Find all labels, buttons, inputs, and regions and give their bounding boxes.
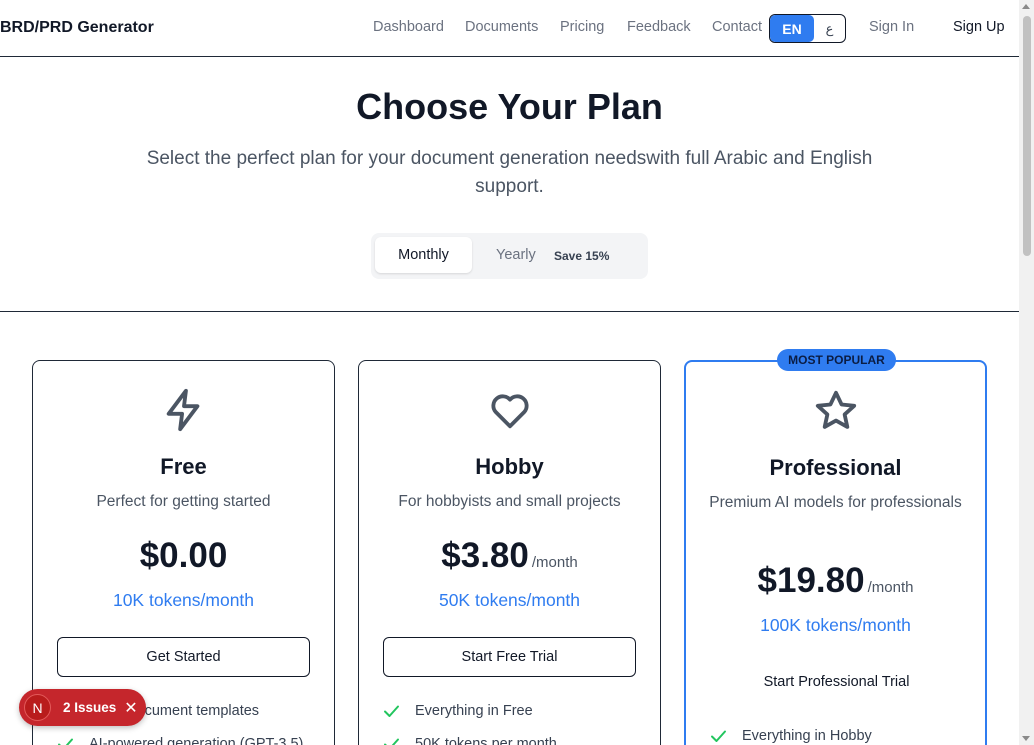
billing-monthly-tab[interactable]: Monthly bbox=[375, 237, 472, 273]
page-title: Choose Your Plan bbox=[356, 86, 663, 127]
start-free-trial-button[interactable]: Start Free Trial bbox=[383, 637, 636, 677]
nav-link-pricing[interactable]: Pricing bbox=[560, 19, 604, 35]
plan-description: For hobbyists and small projects bbox=[398, 493, 621, 510]
star-icon bbox=[815, 390, 856, 429]
brand-logo-text[interactable]: BRD/PRD Generator bbox=[0, 19, 154, 37]
plan-price-row: $19.80/month bbox=[686, 561, 985, 601]
plan-title: Professional bbox=[769, 455, 902, 480]
plan-price-row: $3.80/month bbox=[359, 536, 660, 576]
plan-title: Free bbox=[160, 454, 207, 479]
billing-yearly-tab[interactable]: Yearly bbox=[496, 247, 536, 263]
nav-link-dashboard[interactable]: Dashboard bbox=[373, 19, 444, 35]
start-professional-trial-button[interactable]: Start Professional Trial bbox=[710, 662, 963, 702]
plan-price: $3.80 bbox=[441, 536, 529, 575]
nav-link-feedback[interactable]: Feedback bbox=[627, 19, 691, 35]
heart-icon bbox=[490, 394, 529, 429]
get-started-button[interactable]: Get Started bbox=[57, 637, 310, 677]
check-icon bbox=[384, 738, 399, 745]
check-icon bbox=[58, 738, 73, 745]
plan-card-professional: Professional Premium AI models for profe… bbox=[684, 360, 987, 745]
feature-item: AI-powered generation (GPT-3.5) bbox=[57, 736, 303, 745]
section-divider bbox=[0, 311, 1019, 312]
feature-label: 50K tokens per month bbox=[415, 736, 557, 745]
issues-avatar: N bbox=[24, 694, 51, 721]
plan-price: $19.80 bbox=[757, 561, 865, 600]
feature-item: 50K tokens per month bbox=[383, 736, 557, 745]
scroll-down-arrow-icon[interactable] bbox=[1022, 736, 1030, 741]
language-switcher: EN ع bbox=[769, 14, 846, 43]
plan-card-free: Free Perfect for getting started $0.00 1… bbox=[32, 360, 335, 745]
vertical-scrollbar[interactable] bbox=[1019, 0, 1034, 745]
issues-label: 2 Issues bbox=[63, 700, 117, 715]
plan-title: Hobby bbox=[475, 454, 544, 479]
feature-label: AI-powered generation (GPT-3.5) bbox=[89, 736, 304, 745]
lang-ar-button[interactable]: ع bbox=[814, 15, 845, 42]
billing-toggle: Monthly Yearly Save 15% bbox=[371, 233, 648, 279]
page-subtitle: Select the perfect plan for your documen… bbox=[146, 148, 873, 197]
plan-price-period: /month bbox=[867, 579, 914, 596]
nav-link-contact[interactable]: Contact bbox=[712, 19, 762, 35]
plan-card-hobby: Hobby For hobbyists and small projects $… bbox=[358, 360, 661, 745]
scroll-up-arrow-icon[interactable] bbox=[1022, 4, 1030, 9]
top-nav: BRD/PRD Generator Dashboard Documents Pr… bbox=[0, 0, 1019, 57]
plan-description: Premium AI models for professionals bbox=[709, 494, 962, 511]
plan-price: $0.00 bbox=[139, 536, 228, 575]
check-icon bbox=[384, 705, 399, 717]
plan-tokens: 50K tokens/month bbox=[438, 590, 581, 610]
plan-price-row: $0.00 bbox=[33, 536, 334, 576]
lightning-icon bbox=[166, 388, 199, 432]
close-icon[interactable]: ✕ bbox=[124, 698, 137, 718]
feature-label: Everything in Hobby bbox=[742, 728, 872, 744]
sign-in-link[interactable]: Sign In bbox=[869, 19, 914, 35]
nav-link-documents[interactable]: Documents bbox=[465, 19, 538, 35]
feature-item: Everything in Hobby bbox=[710, 728, 872, 744]
plan-tokens: 100K tokens/month bbox=[760, 615, 911, 635]
issues-indicator[interactable]: N 2 Issues ✕ bbox=[19, 689, 146, 726]
check-icon bbox=[711, 730, 726, 742]
scrollbar-thumb[interactable] bbox=[1023, 16, 1031, 256]
lang-en-button[interactable]: EN bbox=[770, 15, 814, 42]
most-popular-badge: MOST POPULAR bbox=[777, 349, 896, 371]
plan-price-period: /month bbox=[531, 554, 578, 571]
feature-label: Everything in Free bbox=[415, 703, 533, 719]
sign-up-link[interactable]: Sign Up bbox=[953, 19, 1005, 35]
feature-item: Everything in Free bbox=[383, 703, 533, 719]
yearly-save-badge: Save 15% bbox=[554, 249, 610, 263]
plan-description: Perfect for getting started bbox=[96, 493, 271, 510]
plan-tokens: 10K tokens/month bbox=[112, 590, 255, 610]
